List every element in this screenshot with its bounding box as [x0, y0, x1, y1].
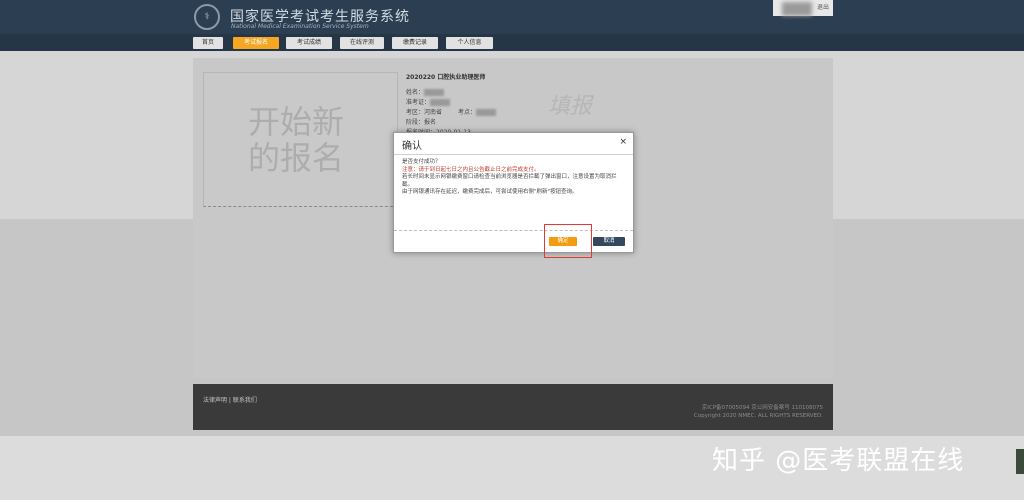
logout-link[interactable]: 退出	[817, 2, 829, 11]
user-menu[interactable]: 退出	[773, 0, 833, 16]
dialog-divider	[394, 154, 633, 155]
system-subtitle: National Medical Examination Service Sys…	[231, 23, 369, 30]
header-bar: ⚕ 国家医学考试考生服务系统 National Medical Examinat…	[0, 0, 1024, 34]
cancel-button[interactable]: 取消	[593, 237, 625, 246]
footer: 法律声明 | 联系我们 京ICP备07005094 京公网安备案号 110108…	[193, 384, 833, 430]
footer-link-contact[interactable]: 联系我们	[233, 397, 257, 404]
field-name: 姓名：	[406, 87, 445, 96]
dialog-footer-divider	[394, 230, 633, 231]
main-nav: 首页 考试报名 考试成绩 在线评测 缴费记录 个人信息	[0, 34, 1024, 51]
nav-payment-records[interactable]: 缴费记录	[392, 37, 438, 49]
exam-title: 2020220 口腔执业助理医师	[406, 74, 486, 81]
name-blurred	[424, 89, 445, 96]
dialog-title: 确认	[402, 141, 422, 152]
dialog-question: 是否支付成功？	[402, 159, 441, 165]
field-stage: 阶段：报名	[406, 119, 437, 126]
footer-icp-text: 京ICP备07005094 京公网安备案号 110108075	[701, 405, 823, 411]
user-avatar-blurred	[782, 2, 812, 16]
site-blurred	[476, 109, 496, 116]
footer-links: 法律声明 | 联系我们	[203, 397, 257, 404]
nav-exam-registration[interactable]: 考试报名	[233, 37, 279, 49]
watermark-text: 知乎 @医考联盟在线	[712, 446, 965, 476]
nav-online-test[interactable]: 在线评测	[340, 37, 384, 49]
confirm-dialog: 确认 × 是否支付成功？ 注意：请于到日起七日之内且公告截止日之前完成支付。 若…	[393, 132, 634, 253]
fill-report-label[interactable]: 填报	[548, 88, 592, 120]
footer-link-legal[interactable]: 法律声明	[203, 397, 227, 404]
footer-copyright-text: Copyright 2020 NMEC. ALL RIGHTS RESERVED…	[693, 413, 823, 419]
nav-personal-info[interactable]: 个人信息	[446, 37, 493, 49]
dialog-warning: 注意：请于到日起七日之内且公告截止日之前完成支付。	[402, 166, 540, 173]
field-exam-area: 考区：河南省 考点：	[406, 107, 496, 116]
close-icon[interactable]: ×	[619, 137, 627, 147]
emblem-logo-icon: ⚕	[194, 4, 220, 30]
highlight-frame	[544, 224, 592, 258]
field-admission-id: 准考证：	[406, 97, 451, 106]
dialog-note-refresh: 由于网银通讯存在延迟，缴费完成后，可尝试使用右侧"刷新"按钮查询。	[402, 189, 578, 195]
dialog-body: 是否支付成功？ 注意：请于到日起七日之内且公告截止日之前完成支付。 若长时间未显…	[402, 159, 626, 197]
start-new-registration-label: 开始新的报名	[248, 103, 345, 177]
nav-exam-scores[interactable]: 考试成绩	[286, 37, 332, 49]
nav-home[interactable]: 首页	[193, 37, 223, 49]
corner-widget-icon	[1016, 449, 1024, 474]
footer-copyright: 京ICP备07005094 京公网安备案号 110108075 Copyrigh…	[694, 404, 823, 420]
id-blurred	[430, 99, 451, 106]
dialog-note-popup: 若长时间未显示网银缴费窗口请检查当前浏览器是否拦截了弹出窗口，注意设置为取消拦截…	[402, 174, 617, 188]
